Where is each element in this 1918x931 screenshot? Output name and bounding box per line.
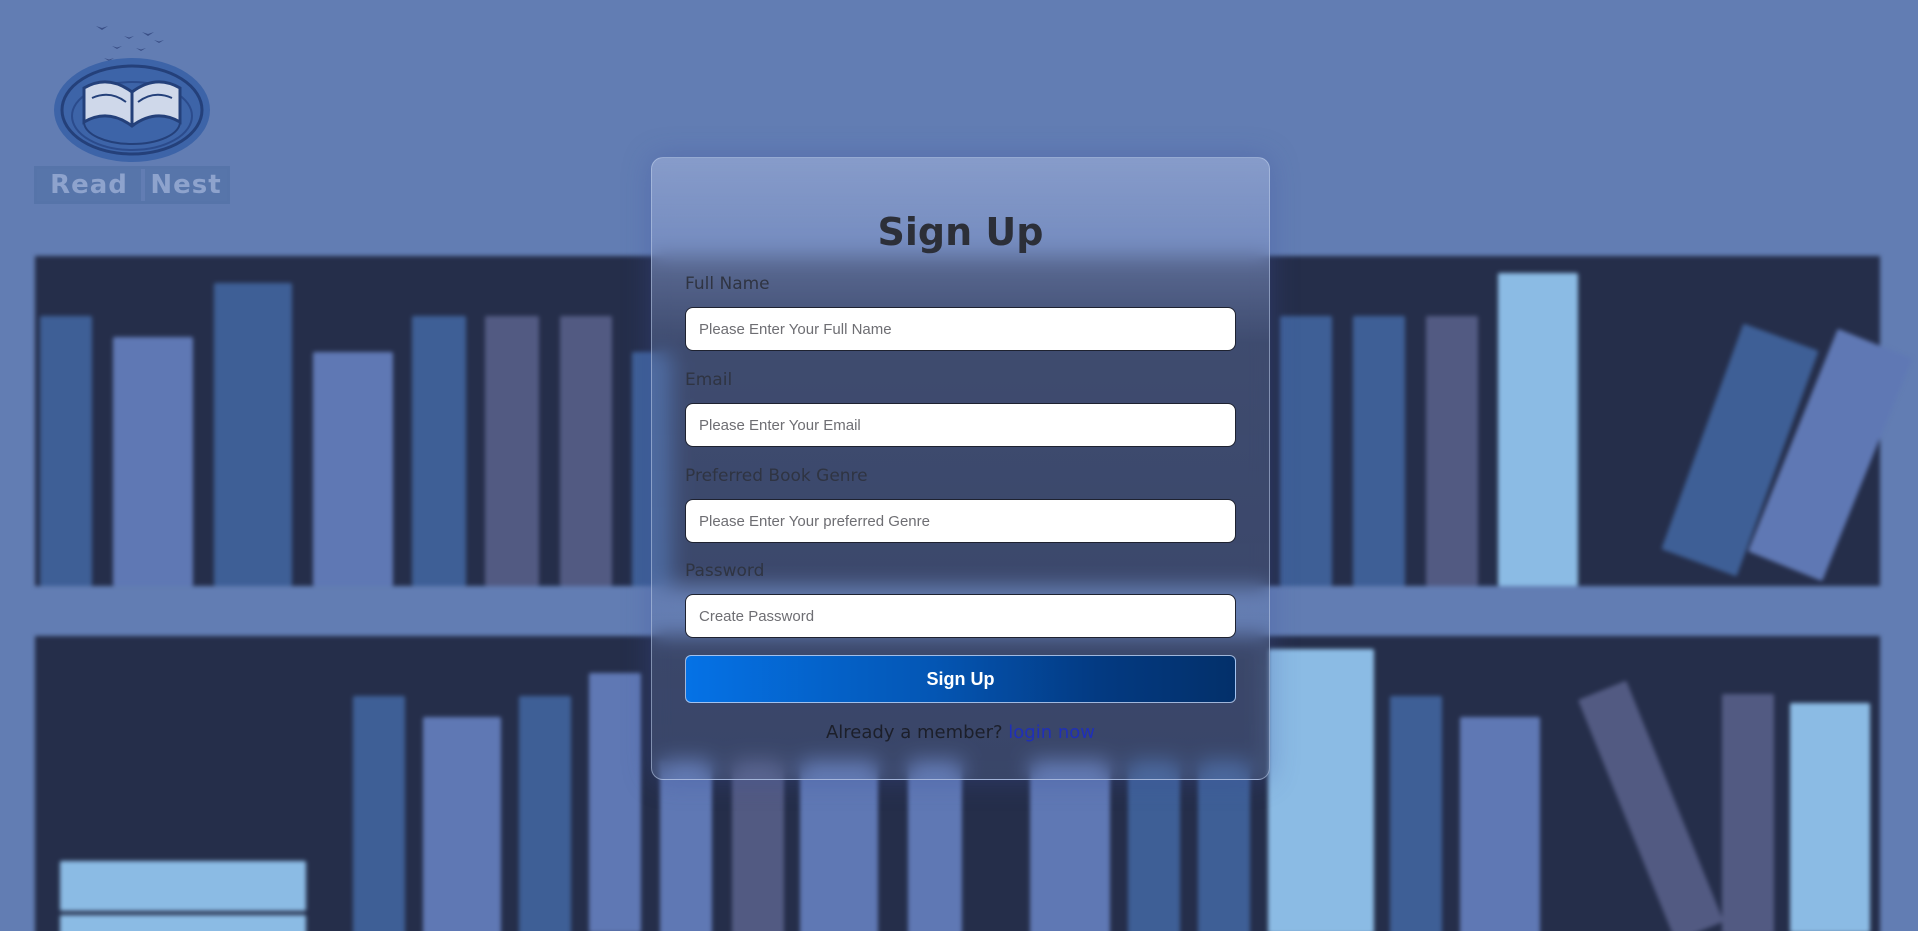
genre-input[interactable] xyxy=(685,499,1236,543)
book xyxy=(113,337,193,586)
book xyxy=(485,316,539,586)
book xyxy=(1722,694,1774,931)
email-label: Email xyxy=(685,370,733,390)
book xyxy=(214,283,292,586)
book xyxy=(519,696,571,931)
book xyxy=(1426,316,1478,586)
book xyxy=(60,861,306,911)
password-label: Password xyxy=(685,561,765,581)
member-prompt-text: Already a member? xyxy=(825,722,1003,743)
book xyxy=(423,717,501,931)
book xyxy=(1390,696,1442,931)
logo-word-nest: Nest xyxy=(145,169,227,201)
full-name-input[interactable] xyxy=(685,307,1236,351)
nest-book-icon xyxy=(54,26,210,162)
book xyxy=(1460,717,1540,931)
book xyxy=(412,316,466,586)
book xyxy=(1498,273,1578,586)
book xyxy=(1030,760,1110,931)
book xyxy=(560,316,612,586)
signup-card: Sign Up Full Name Email Preferred Book G… xyxy=(651,157,1270,780)
book xyxy=(1198,760,1250,931)
signup-page: Read Nest Sign Up Full Name Email Prefer… xyxy=(0,0,1918,931)
book xyxy=(589,673,641,931)
book xyxy=(800,760,878,931)
sign-up-button[interactable]: Sign Up xyxy=(685,655,1236,703)
book xyxy=(908,760,962,931)
book xyxy=(1128,760,1180,931)
login-now-link[interactable]: login now xyxy=(1008,722,1095,743)
book xyxy=(1353,316,1405,586)
book xyxy=(1280,316,1332,586)
password-input[interactable] xyxy=(685,594,1236,638)
signup-title: Sign Up xyxy=(877,210,1044,254)
book xyxy=(732,760,784,931)
email-input[interactable] xyxy=(685,403,1236,447)
book xyxy=(1268,649,1374,931)
genre-label: Preferred Book Genre xyxy=(685,466,868,486)
book xyxy=(40,316,92,586)
full-name-label: Full Name xyxy=(685,274,770,294)
logo-wordmark: Read Nest xyxy=(34,166,230,204)
book xyxy=(60,915,306,931)
book xyxy=(660,760,712,931)
readnest-logo: Read Nest xyxy=(30,18,234,214)
book xyxy=(1790,703,1870,931)
book xyxy=(313,352,393,586)
book xyxy=(353,696,405,931)
login-prompt: Already a member? login now xyxy=(652,722,1269,743)
logo-word-read: Read xyxy=(37,169,145,201)
